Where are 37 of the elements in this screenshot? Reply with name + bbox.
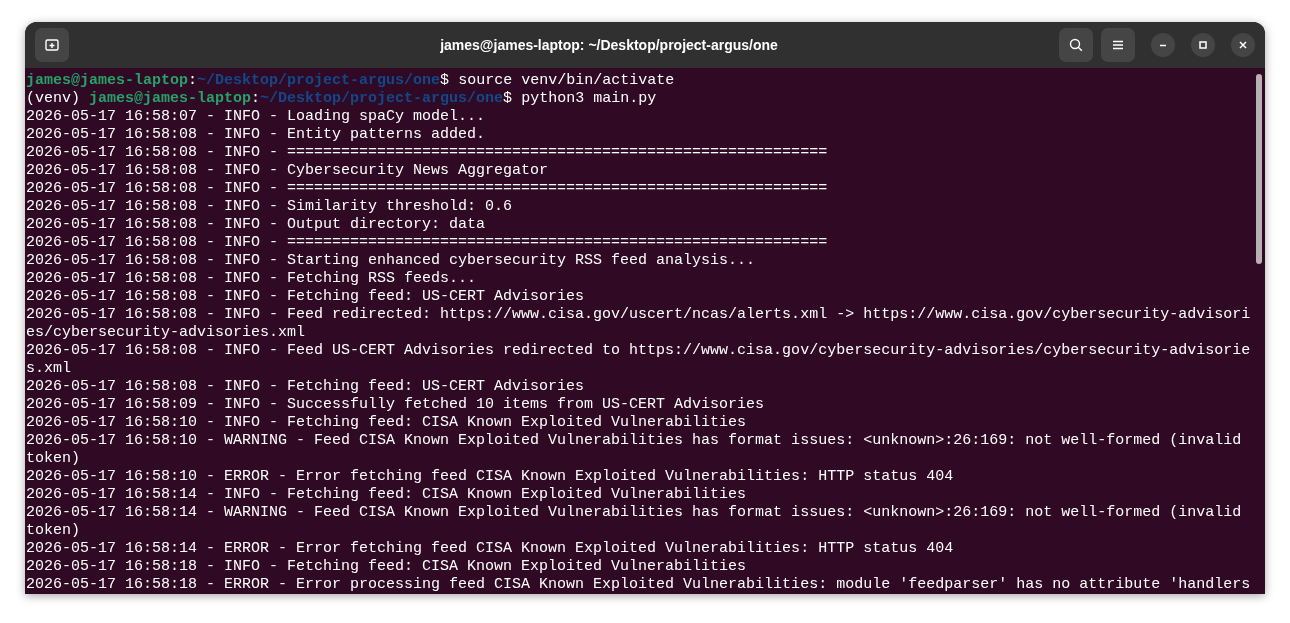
prompt-line: (venv) james@james-laptop:~/Desktop/project-argus/one$ python3 main.py — [26, 90, 658, 108]
log-line: 2026-05-17 16:58:10 - ERROR - Error fetching feed CISA Known Exploited Vulnerabilities: HTTP status 404 — [26, 468, 955, 486]
window-title: james@james-laptop: ~/Desktop/project-argus/one — [439, 37, 779, 53]
log-line: 2026-05-17 16:58:08 - INFO - ============================================================ — [26, 144, 829, 162]
search-button[interactable] — [1059, 28, 1093, 62]
log-line: 2026-05-17 16:58:08 - INFO - ============================================================ — [26, 234, 829, 252]
log-line: 2026-05-17 16:58:18 - INFO - Fetching feed: CISA Known Exploited Vulnerabilities — [26, 558, 748, 576]
scrollbar-thumb[interactable] — [1256, 74, 1262, 264]
log-line: 2026-05-17 16:58:08 - INFO - Fetching feed: US-CERT Advisories — [26, 378, 586, 396]
log-line: 2026-05-17 16:58:07 - INFO - Loading spaCy model... — [26, 108, 487, 126]
log-line: 2026-05-17 16:58:08 - INFO - Cybersecurity News Aggregator — [26, 162, 550, 180]
close-icon — [1237, 39, 1249, 51]
log-line: 2026-05-17 16:58:08 - INFO - Feed redirected: https://www.cisa.gov/uscert/ncas/alerts.xml -> https://www.cisa.gov/cybersecurity-advisories/cybersecurity-advisories.xml — [26, 306, 1252, 342]
menu-button[interactable] — [1101, 28, 1135, 62]
log-line: 2026-05-17 16:58:08 - INFO - Entity patterns added. — [26, 126, 487, 144]
new-tab-icon — [44, 37, 60, 53]
minimize-button[interactable] — [1151, 33, 1175, 57]
log-line: 2026-05-17 16:58:14 - INFO - Fetching feed: CISA Known Exploited Vulnerabilities — [26, 486, 748, 504]
log-line: 2026-05-17 16:58:14 - ERROR - Error fetching feed CISA Known Exploited Vulnerabilities: HTTP status 404 — [26, 540, 955, 558]
log-line: 2026-05-17 16:58:08 - INFO - ============================================================ — [26, 180, 829, 198]
log-line: 2026-05-17 16:58:09 - INFO - Successfully fetched 10 items from US-CERT Advisories — [26, 396, 766, 414]
search-icon — [1068, 37, 1084, 53]
prompt-line: james@james-laptop:~/Desktop/project-argus/one$ source venv/bin/activate — [26, 72, 676, 90]
log-line: 2026-05-17 16:58:18 - ERROR - Error processing feed CISA Known Exploited Vulnerabilities: module 'feedparser' has no attribute 'handlers — [26, 576, 1252, 594]
log-line: 2026-05-17 16:58:14 - WARNING - Feed CISA Known Exploited Vulnerabilities has format issues: <unknown>:26:169: not well-formed (invalid token) — [26, 504, 1243, 540]
log-line: 2026-05-17 16:58:10 - INFO - Fetching feed: CISA Known Exploited Vulnerabilities — [26, 414, 748, 432]
log-line: 2026-05-17 16:58:08 - INFO - Starting enhanced cybersecurity RSS feed analysis... — [26, 252, 757, 270]
new-tab-button[interactable] — [35, 28, 69, 62]
log-line: 2026-05-17 16:58:10 - WARNING - Feed CISA Known Exploited Vulnerabilities has format issues: <unknown>:26:169: not well-formed (invalid token) — [26, 432, 1243, 468]
maximize-button[interactable] — [1191, 33, 1215, 57]
log-line: 2026-05-17 16:58:08 - INFO - Similarity threshold: 0.6 — [26, 198, 514, 216]
log-line: 2026-05-17 16:58:08 - INFO - Fetching feed: US-CERT Advisories — [26, 288, 586, 306]
log-line: 2026-05-17 16:58:08 - INFO - Output directory: data — [26, 216, 487, 234]
log-line: 2026-05-17 16:58:08 - INFO - Feed US-CERT Advisories redirected to https://www.cisa.gov/cybersecurity-advisories/cybersecurity-advisories.xml — [26, 342, 1252, 378]
maximize-icon — [1197, 39, 1209, 51]
log-line: 2026-05-17 16:58:08 - INFO - Fetching RSS feeds... — [26, 270, 478, 288]
close-button[interactable] — [1231, 33, 1255, 57]
